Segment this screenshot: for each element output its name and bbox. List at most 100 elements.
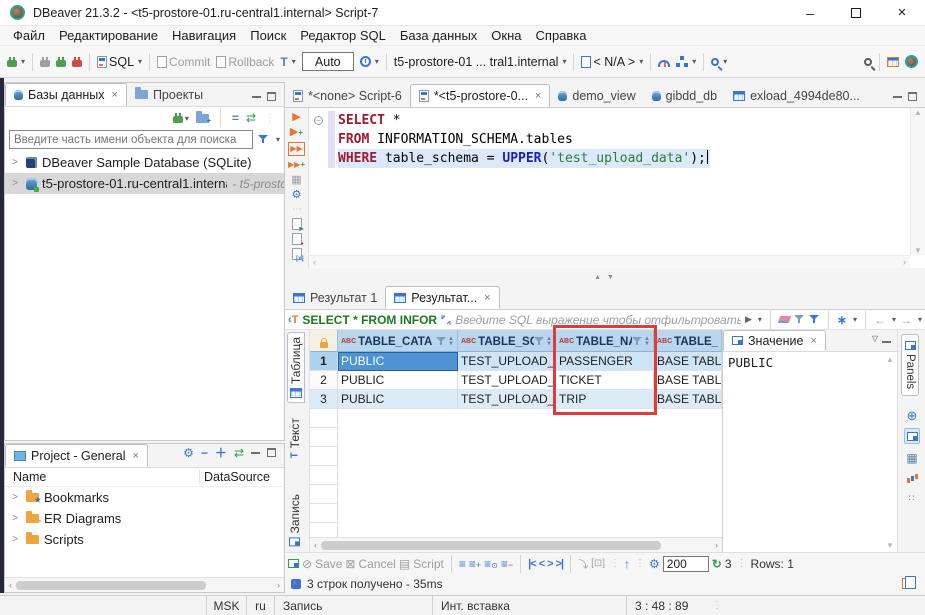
minimize-button[interactable]: – [787, 0, 833, 26]
new-connection-icon[interactable]: ▾ [173, 113, 189, 123]
column-filter-icon[interactable] [534, 337, 545, 346]
menu-navigate[interactable]: Навигация [165, 28, 243, 43]
grid-cell[interactable]: PUBLIC [338, 352, 458, 371]
menu-search[interactable]: Поиск [243, 28, 293, 43]
link-editor-icon[interactable]: ⇄ [246, 111, 256, 125]
apply-filter-icon[interactable]: ▶ [745, 314, 752, 325]
grid-horizontal-scrollbar[interactable]: ‹ › [310, 537, 722, 552]
filter-dropdown-icon[interactable]: ▾ [276, 135, 280, 144]
editor-results-sash[interactable]: ▲ ▼ [285, 268, 925, 286]
row-number[interactable]: 1 [310, 352, 338, 371]
object-search-input[interactable] [9, 130, 253, 149]
collapse-all-icon[interactable]: = [232, 111, 239, 125]
tree-item-bookmarks[interactable]: > ★ Bookmarks [5, 487, 284, 508]
duplicate-row-icon[interactable]: ≡⊙ [484, 557, 498, 571]
execute-statement-icon[interactable]: ▶ [292, 111, 300, 123]
column-header-table-type[interactable]: ABCTABLE_TY [654, 330, 722, 352]
save-button[interactable]: ⊘Save [302, 557, 342, 571]
maximize-editor-icon[interactable] [908, 92, 917, 101]
execute-script-new-tab-icon[interactable]: ▶▶+ [288, 159, 305, 171]
expand-chevron-icon[interactable]: > [9, 157, 21, 168]
column-header-table-schema[interactable]: ABCTABLE_SCHEI▲▼ [458, 330, 556, 352]
show-output-icon[interactable]: [x] [292, 248, 302, 260]
tab-script-7-active[interactable]: *<t5-prostore-0... × [410, 84, 551, 107]
new-script-icon[interactable]: ▪ [292, 233, 302, 245]
search-metadata-button[interactable]: ▾ [708, 50, 730, 74]
expand-chevron-icon[interactable]: > [9, 534, 21, 545]
transaction-log-button[interactable]: ▾ [357, 50, 382, 74]
sort-icon[interactable]: ▲▼ [448, 337, 454, 347]
expand-icon[interactable]: ＋ [215, 444, 227, 461]
close-icon[interactable]: × [535, 90, 541, 102]
code-fold-icon[interactable]: − [314, 116, 323, 125]
collapse-icon[interactable]: − [201, 446, 208, 460]
delete-row-icon[interactable]: ≡− [501, 557, 513, 571]
toggle-panel-icon[interactable] [288, 559, 299, 568]
refresh-icon[interactable]: ↻ [712, 557, 722, 571]
expand-filter-icon[interactable] [441, 315, 451, 325]
transaction-mode-button[interactable]: T▾ [277, 50, 298, 74]
tab-text-presentation[interactable]: T Текст [287, 414, 303, 462]
menu-help[interactable]: Справка [529, 28, 594, 43]
maximize-view-icon[interactable] [267, 92, 276, 101]
value-content[interactable]: PUBLIC [723, 352, 897, 552]
calc-panel-icon[interactable] [904, 470, 920, 486]
panel-menu-icon[interactable]: ▽ [872, 334, 878, 343]
maximize-button[interactable] [833, 0, 879, 26]
remove-filter-icon[interactable] [794, 315, 805, 324]
tree-item-scripts[interactable]: > Scripts [5, 529, 284, 550]
metadata-panel-icon[interactable]: ▦ [904, 450, 920, 466]
sql-code[interactable]: SELECT *FROM INFORMATION_SCHEMA.tablesWH… [338, 111, 710, 168]
save-filter-icon[interactable] [809, 315, 820, 324]
first-row-icon[interactable]: |< [528, 558, 536, 570]
close-icon[interactable]: × [484, 292, 490, 304]
sort-icon[interactable]: ▲▼ [546, 337, 552, 347]
scroll-left-icon[interactable]: ‹ [5, 580, 16, 590]
row-number[interactable]: 3 [310, 390, 338, 409]
tab-project-general[interactable]: Project - General× [5, 444, 148, 467]
settings-gear-icon[interactable]: ⚙ [183, 446, 194, 460]
edit-cell-icon[interactable]: ≡ [459, 557, 466, 571]
maximize-view-icon[interactable] [267, 448, 276, 457]
connect-button[interactable] [37, 50, 53, 74]
filter-icon[interactable] [258, 135, 269, 144]
execute-script-icon[interactable]: ▶▶ [288, 142, 304, 156]
scroll-left-icon[interactable]: ‹ [310, 540, 321, 550]
grid-cell[interactable]: TEST_UPLOAD_DAT [458, 352, 556, 371]
next-row-icon[interactable]: > [547, 558, 552, 570]
disconnect-button[interactable] [69, 50, 85, 74]
menu-window[interactable]: Окна [484, 28, 528, 43]
minimize-editor-icon[interactable] [893, 95, 902, 98]
column-name[interactable]: Name [5, 470, 199, 484]
tasks-button[interactable]: ▾ [673, 50, 699, 74]
grid-panel-toggle-icon[interactable] [904, 428, 920, 444]
tab-record-presentation[interactable]: Запись [287, 490, 303, 550]
cancel-button[interactable]: ⊠Cancel [345, 557, 395, 571]
column-header-table-catalog[interactable]: ABCTABLE_CATA▲▼ [338, 330, 458, 352]
menu-database[interactable]: База данных [393, 28, 484, 43]
copy-results-icon[interactable] [902, 578, 911, 589]
script-button[interactable]: ▤Script [399, 557, 444, 571]
close-icon[interactable]: × [112, 89, 118, 101]
explain-plan-icon[interactable]: ▦ [291, 174, 301, 186]
tree-item-sample-db[interactable]: > DBeaver Sample Database (SQLite) [5, 152, 284, 173]
tree-item-t5-prostore[interactable]: > t5-prostore-01.ru-central1.internal - … [5, 173, 284, 194]
scrollbar-thumb[interactable] [16, 581, 206, 590]
close-button[interactable]: × [879, 0, 925, 26]
menu-sql-editor[interactable]: Редактор SQL [293, 28, 393, 43]
grid-cell[interactable]: TEST_UPLOAD_DAT [458, 371, 556, 390]
value-viewer-toggle-icon[interactable]: ⊕ [904, 408, 920, 424]
commit-mode-field[interactable]: Auto [299, 50, 357, 74]
panels-tab[interactable]: Panels [901, 334, 919, 396]
custom-filter-icon[interactable]: ‹T [288, 314, 298, 326]
forward-icon[interactable]: → [900, 313, 912, 327]
value-scrollbar[interactable]: ▲▼ [884, 355, 896, 550]
dbeaver-perspective-button[interactable] [902, 50, 921, 74]
new-connection-button[interactable]: ▾ [4, 50, 28, 74]
references-panel-icon[interactable]: ∷ [904, 490, 920, 506]
reconnect-button[interactable] [53, 50, 69, 74]
code-line[interactable]: FROM INFORMATION_SCHEMA.tables [338, 130, 710, 149]
grid-cell[interactable]: PUBLIC [338, 371, 458, 390]
tab-script-6[interactable]: *<none> Script-6 [285, 84, 410, 107]
add-row-icon[interactable]: ≡+ [469, 557, 481, 571]
